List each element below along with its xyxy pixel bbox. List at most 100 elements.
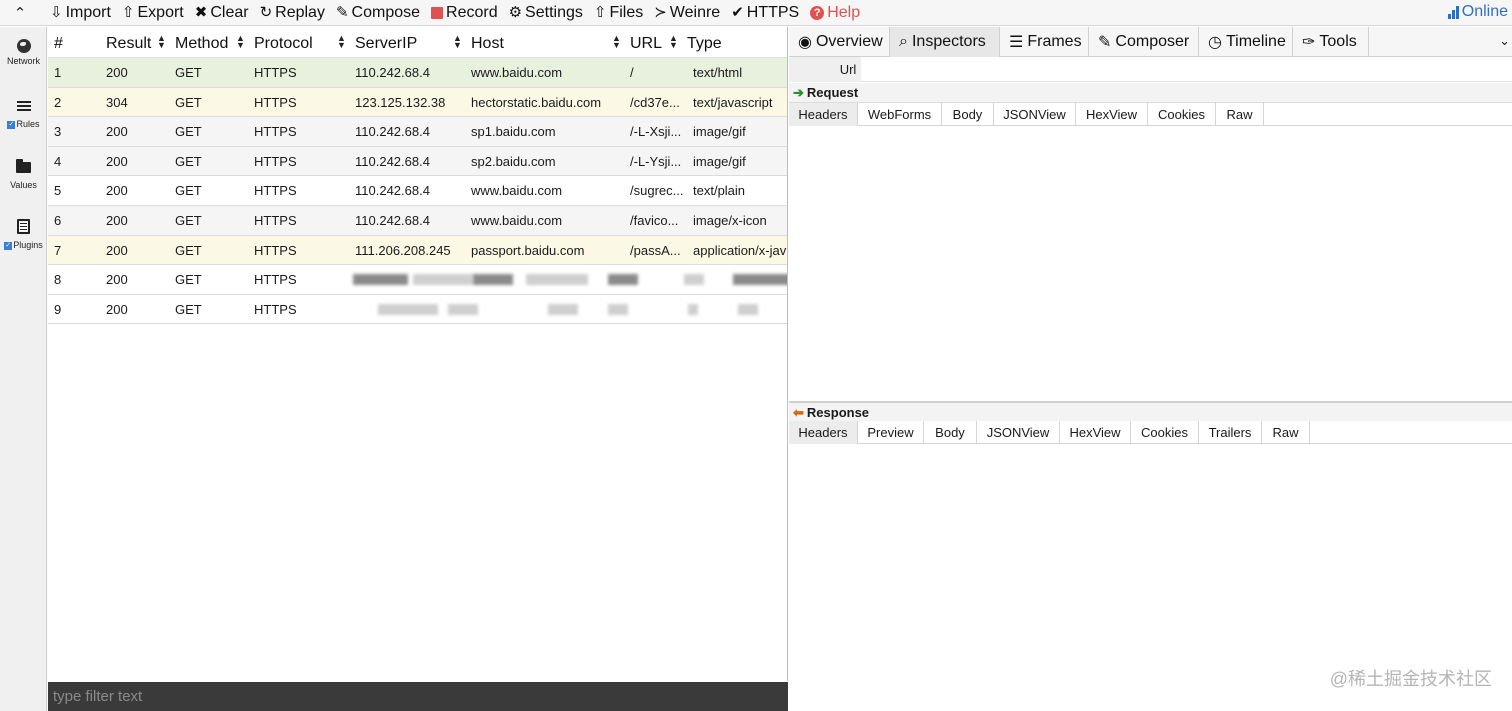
column-header-host[interactable]: Host xyxy=(471,27,504,58)
column-header-protocol[interactable]: Protocol xyxy=(254,27,313,58)
subtab-cookies[interactable]: Cookies xyxy=(1131,421,1199,444)
table-row[interactable]: 7 200 GET HTTPS 111.206.208.245 passport.baid… xyxy=(48,235,787,266)
cell-url: /favico... xyxy=(630,213,679,228)
cell-method: GET xyxy=(175,65,202,80)
subtab-raw[interactable]: Raw xyxy=(1262,421,1310,444)
toolbar-files-button[interactable]: ⇧ Files xyxy=(594,4,643,22)
toolbar-weinre-button[interactable]: ≻ Weinre xyxy=(654,4,720,22)
cell-n: 4 xyxy=(54,153,62,169)
column-header-result[interactable]: Result xyxy=(106,27,151,58)
cell-result: 200 xyxy=(106,242,128,258)
table-row[interactable]: 8 200 GET HTTPS xyxy=(48,265,787,295)
table-row[interactable]: 3 200 GET HTTPS 110.242.68.4 sp1.baidu.com /-L… xyxy=(48,117,787,147)
column-header-number[interactable]: # xyxy=(54,27,63,58)
tab-timeline[interactable]: ◷ Timeline xyxy=(1199,27,1293,57)
table-row[interactable]: 5 200 GET HTTPS 110.242.68.4 www.baidu.com/su… xyxy=(48,176,787,206)
cell-url: /-L-Xsji... xyxy=(630,124,682,140)
column-header-serverip[interactable]: ServerIP xyxy=(355,27,417,58)
cell-ip: 110.242.68.4 xyxy=(355,183,430,199)
subtab-body[interactable]: Body xyxy=(924,421,977,444)
cell-n: 5 xyxy=(54,183,62,199)
gear-icon: ⚙ xyxy=(508,4,523,21)
cell-protocol: HTTPS xyxy=(254,94,297,110)
toolbar-record-button[interactable]: Record xyxy=(431,4,498,22)
cell-host: www.baidu.com xyxy=(471,65,563,80)
column-header-type[interactable]: Type xyxy=(687,27,722,58)
check-icon: ✔ xyxy=(731,4,744,21)
subtab-trailers[interactable]: Trailers xyxy=(1199,421,1262,444)
tab-frames[interactable]: ☰ Frames xyxy=(1000,27,1089,57)
sidebar-item-values[interactable]: Values xyxy=(0,159,47,190)
redacted-mask xyxy=(353,274,408,286)
table-row[interactable]: 1 200 GET HTTPS 110.242.68.4 www.baidu.com / te… xyxy=(48,58,787,88)
online-status-button[interactable]: Online xyxy=(1447,3,1508,21)
response-subtabs: Headers Preview Body JSONView HexView Cookies… xyxy=(789,421,1512,444)
column-header-method[interactable]: Method xyxy=(175,27,228,58)
sort-icon[interactable]: ▲ ▼ xyxy=(453,34,462,50)
table-row[interactable]: 4 200 GET HTTPS 110.242.68.4 sp2.baidu.com /-L… xyxy=(48,146,787,177)
cell-url: /passA... xyxy=(630,242,681,258)
cell-protocol: HTTPS xyxy=(254,124,297,140)
cell-protocol: HTTPS xyxy=(254,242,297,258)
top-toolbar: ⌃ ⇩ Import ⇧ Export ✖ Clear ↻ Replay ✎ Compose Rec… xyxy=(0,0,1512,26)
toolbar-replay-button[interactable]: ↻ Replay xyxy=(260,4,325,22)
collapse-toolbar-button[interactable]: ⌃ xyxy=(0,4,40,22)
toolbar-label: HTTPS xyxy=(746,3,800,21)
subtab-jsonview[interactable]: JSONView xyxy=(994,103,1076,126)
toolbar-label: Import xyxy=(65,3,111,21)
cell-method: GET xyxy=(175,301,202,317)
column-header-url[interactable]: URL xyxy=(630,27,662,58)
toolbar-label: Compose xyxy=(351,3,421,21)
cell-host: sp2.baidu.com xyxy=(471,153,556,169)
sort-icon[interactable]: ▲ ▼ xyxy=(612,34,621,50)
tab-tools[interactable]: ✑ Tools xyxy=(1293,27,1369,57)
subtab-preview[interactable]: Preview xyxy=(858,421,924,444)
toolbar-import-button[interactable]: ⇩ Import xyxy=(50,4,111,22)
table-row[interactable]: 9 200 GET HTTPS xyxy=(48,294,787,325)
tab-inspectors[interactable]: ⌕ Inspectors xyxy=(890,27,1000,57)
subtab-body[interactable]: Body xyxy=(942,103,994,126)
sidebar-item-network[interactable]: Network xyxy=(0,39,47,66)
subtab-jsonview[interactable]: JSONView xyxy=(977,421,1060,444)
filter-input[interactable]: type filter text xyxy=(48,682,788,711)
cell-n: 8 xyxy=(54,272,62,288)
toolbar-help-button[interactable]: ? Help xyxy=(810,4,860,22)
cell-url: /-L-Ysji... xyxy=(630,153,682,169)
rules-checkbox[interactable]: ✓ xyxy=(7,120,16,129)
sidebar-item-rules[interactable]: ✓ Rules xyxy=(0,101,47,129)
cell-n: 7 xyxy=(54,242,62,258)
tab-composer[interactable]: ✎ Composer xyxy=(1089,27,1199,57)
subtab-raw[interactable]: Raw xyxy=(1216,103,1264,126)
subtab-cookies[interactable]: Cookies xyxy=(1148,103,1216,126)
table-row[interactable]: 2 304 GET HTTPS 123.125.132.38 hectorstatic.b… xyxy=(48,87,787,118)
cell-method: GET xyxy=(175,124,202,140)
plugins-checkbox[interactable]: ✓ xyxy=(4,241,13,250)
cell-ip: 111.206.208.245 xyxy=(355,242,451,258)
subtab-hexview[interactable]: HexView xyxy=(1060,421,1131,444)
subtab-hexview[interactable]: HexView xyxy=(1076,103,1148,126)
subtab-webforms[interactable]: WebForms xyxy=(858,103,942,126)
table-row[interactable]: 6 200 GET HTTPS 110.242.68.4 www.baidu.com/fa… xyxy=(48,206,787,236)
cell-method: GET xyxy=(175,272,202,288)
subtab-headers[interactable]: Headers xyxy=(789,103,858,126)
toolbar-settings-button[interactable]: ⚙ Settings xyxy=(509,4,583,22)
subtab-headers[interactable]: Headers xyxy=(789,421,858,444)
sidebar-item-label: Rules xyxy=(16,119,40,129)
toolbar-clear-button[interactable]: ✖ Clear xyxy=(195,4,249,22)
toolbar-https-button[interactable]: ✔ HTTPS xyxy=(731,4,799,22)
sort-icon[interactable]: ▲ ▼ xyxy=(669,34,678,50)
cell-method: GET xyxy=(175,213,202,228)
tab-overview[interactable]: ◉ Overview xyxy=(789,27,890,57)
toolbar-export-button[interactable]: ⇧ Export xyxy=(122,4,184,22)
url-label: Url xyxy=(835,57,861,82)
cell-result: 200 xyxy=(106,65,128,80)
sort-icon[interactable]: ▲ ▼ xyxy=(337,34,346,50)
chevron-down-icon[interactable]: ⌄ xyxy=(1499,33,1510,49)
sidebar-item-plugins[interactable]: ✓ Plugins xyxy=(0,219,47,250)
sidebar-item-label: Network xyxy=(6,56,40,66)
sort-icon[interactable]: ▲ ▼ xyxy=(157,34,166,50)
sort-icon[interactable]: ▲ ▼ xyxy=(236,34,245,50)
toolbar-label: Replay xyxy=(275,3,325,21)
left-sidebar: Network ✓ Rules Values ✓ Plugins xyxy=(0,27,47,711)
toolbar-compose-button[interactable]: ✎ Compose xyxy=(336,4,420,22)
